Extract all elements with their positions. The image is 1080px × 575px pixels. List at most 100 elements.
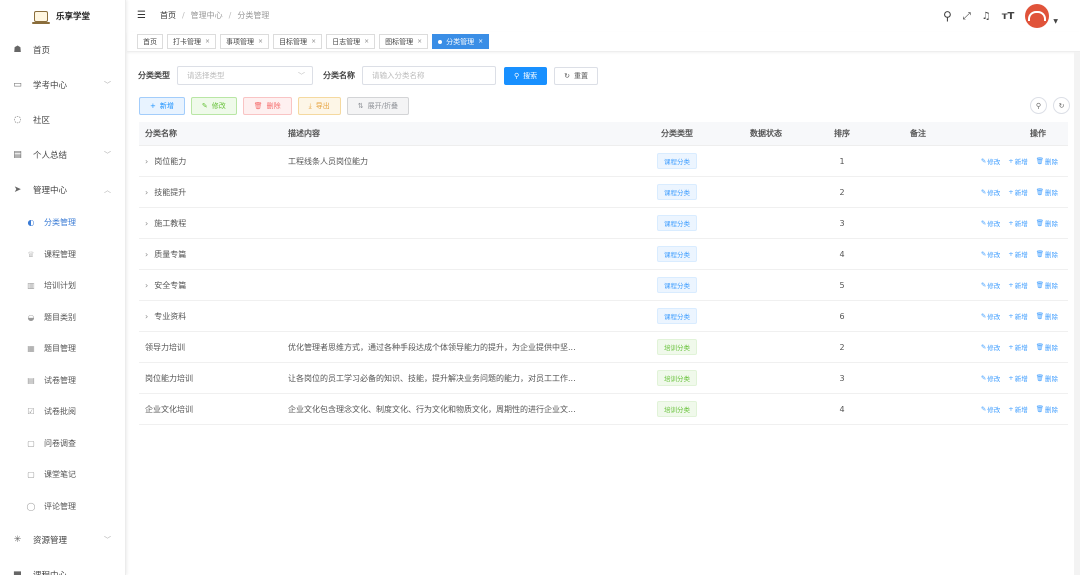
row-delete-link[interactable]: 🗑︎ 删除 — [1036, 249, 1058, 259]
sidebar-item-3[interactable]: ▤ 个人总结 ﹀ — [0, 137, 125, 172]
chevron-down-icon[interactable]: ▼ — [1053, 18, 1058, 25]
sidebar-subitem-1[interactable]: ♕ 课程管理 — [0, 239, 125, 271]
row-delete-link[interactable]: 🗑︎ 删除 — [1036, 342, 1058, 352]
sidebar-item-1[interactable]: ▭ 学考中心 ﹀ — [0, 67, 125, 102]
type-select[interactable]: 请选择类型 ﹀ — [177, 66, 313, 85]
close-icon[interactable]: × — [478, 38, 483, 45]
table-row[interactable]: 岗位能力培训 让各岗位的员工学习必备的知识、技能，提升解决业务问题的能力，对员工工… — [139, 363, 1068, 394]
fullscreen-icon[interactable]: ⤢ — [963, 11, 971, 22]
row-delete-link[interactable]: 🗑︎ 删除 — [1036, 311, 1058, 321]
row-delete-link[interactable]: 🗑︎ 删除 — [1036, 280, 1058, 290]
table-row[interactable]: 企业文化培训 企业文化包含理念文化、制度文化、行为文化和物质文化，周期性的进行企业… — [139, 394, 1068, 425]
chevron-right-icon[interactable]: › — [145, 250, 148, 259]
toggle-search-button[interactable]: ⚲ — [1030, 97, 1047, 114]
row-add-link[interactable]: + 新增 — [1008, 280, 1027, 290]
tab-4[interactable]: 日志管理 × — [326, 34, 376, 49]
table-row[interactable]: 领导力培训 优化管理者思维方式，通过各种手段达成个体领导能力的提升，为企业提供中坚… — [139, 332, 1068, 363]
row-add-link[interactable]: + 新增 — [1008, 311, 1027, 321]
breadcrumb-manage[interactable]: 管理中心 — [191, 10, 223, 21]
table-row[interactable]: › 施工教程 课程分类 3 ✎ 修改 + 新增 🗑︎ 删除 — [139, 208, 1068, 239]
row-edit-link[interactable]: ✎ 修改 — [981, 280, 1000, 290]
font-size-icon[interactable]: тT — [1002, 11, 1015, 22]
column-header[interactable]: 排序 — [816, 128, 868, 139]
sidebar-subitem-5[interactable]: ▤ 试卷管理 — [0, 365, 125, 397]
column-header[interactable]: 备注 — [868, 128, 968, 139]
export-button[interactable]: ⤓ 导出 — [297, 97, 341, 115]
row-delete-link[interactable]: 🗑︎ 删除 — [1036, 373, 1058, 383]
sidebar-bottom-item-0[interactable]: ✳ 资源管理 ﹀ — [0, 522, 125, 557]
row-edit-link[interactable]: ✎ 修改 — [981, 342, 1000, 352]
row-delete-link[interactable]: 🗑︎ 删除 — [1036, 187, 1058, 197]
row-add-link[interactable]: + 新增 — [1008, 249, 1027, 259]
name-input[interactable]: 请输入分类名称 — [362, 66, 496, 85]
row-delete-link[interactable]: 🗑︎ 删除 — [1036, 218, 1058, 228]
tab-5[interactable]: 图标管理 × — [379, 34, 429, 49]
close-icon[interactable]: × — [205, 38, 210, 45]
sidebar-subitem-6[interactable]: ☑ 试卷批阅 — [0, 396, 125, 428]
sidebar-subitem-3[interactable]: ◒ 题目类别 — [0, 302, 125, 334]
row-delete-link[interactable]: 🗑︎ 删除 — [1036, 156, 1058, 166]
add-button[interactable]: + 新增 — [139, 97, 185, 115]
bell-icon[interactable]: ♫ — [982, 11, 991, 22]
search-icon[interactable]: ⚲ — [943, 9, 952, 23]
chevron-right-icon[interactable]: › — [145, 312, 148, 321]
sidebar-subitem-7[interactable]: ▢ 问卷调查 — [0, 428, 125, 460]
sidebar-subitem-9[interactable]: ◯ 评论管理 — [0, 491, 125, 523]
table-row[interactable]: › 岗位能力 工程线条人员岗位能力 课程分类 1 ✎ 修改 + 新增 🗑︎ 删除 — [139, 146, 1068, 177]
column-header[interactable]: 分类类型 — [638, 128, 716, 139]
sidebar-subitem-4[interactable]: ▦ 题目管理 — [0, 333, 125, 365]
tab-1[interactable]: 打卡管理 × — [167, 34, 217, 49]
row-edit-link[interactable]: ✎ 修改 — [981, 156, 1000, 166]
sidebar-subitem-2[interactable]: ▥ 培训计划 — [0, 270, 125, 302]
row-add-link[interactable]: + 新增 — [1008, 404, 1027, 414]
table-row[interactable]: › 技能提升 课程分类 2 ✎ 修改 + 新增 🗑︎ 删除 — [139, 177, 1068, 208]
menu-toggle-icon[interactable]: ☰ — [137, 10, 146, 21]
row-add-link[interactable]: + 新增 — [1008, 218, 1027, 228]
row-add-link[interactable]: + 新增 — [1008, 156, 1027, 166]
sidebar-item-2[interactable]: ◌ 社区 — [0, 102, 125, 137]
row-edit-link[interactable]: ✎ 修改 — [981, 249, 1000, 259]
tab-2[interactable]: 事项管理 × — [220, 34, 270, 49]
breadcrumb-home[interactable]: 首页 — [160, 10, 176, 21]
sidebar-subitem-8[interactable]: ▢ 课堂笔记 — [0, 459, 125, 491]
delete-button[interactable]: 🗑︎ 删除 — [242, 97, 292, 115]
chevron-right-icon[interactable]: › — [145, 157, 148, 166]
row-add-link[interactable]: + 新增 — [1008, 342, 1027, 352]
edit-button[interactable]: ✎ 修改 — [190, 97, 237, 115]
row-edit-link[interactable]: ✎ 修改 — [981, 218, 1000, 228]
reset-button[interactable]: ↻ 重置 — [554, 66, 599, 85]
table-row[interactable]: › 安全专篇 课程分类 5 ✎ 修改 + 新增 🗑︎ 删除 — [139, 270, 1068, 301]
close-icon[interactable]: × — [417, 38, 422, 45]
app-logo[interactable]: 乐享学堂 — [0, 0, 125, 32]
table-row[interactable]: › 质量专篇 课程分类 4 ✎ 修改 + 新增 🗑︎ 删除 — [139, 239, 1068, 270]
sidebar-item-0[interactable]: ☗ 首页 — [0, 32, 125, 67]
refresh-button[interactable]: ↻ — [1053, 97, 1070, 114]
table-row[interactable]: › 专业资料 课程分类 6 ✎ 修改 + 新增 🗑︎ 删除 — [139, 301, 1068, 332]
close-icon[interactable]: × — [258, 38, 263, 45]
close-icon[interactable]: × — [364, 38, 369, 45]
close-icon[interactable]: × — [311, 38, 316, 45]
scrollbar[interactable] — [1074, 52, 1080, 575]
row-edit-link[interactable]: ✎ 修改 — [981, 311, 1000, 321]
sidebar-subitem-0[interactable]: ◐ 分类管理 — [0, 207, 125, 239]
row-delete-link[interactable]: 🗑︎ 删除 — [1036, 404, 1058, 414]
avatar[interactable] — [1025, 4, 1050, 28]
chevron-right-icon[interactable]: › — [145, 188, 148, 197]
row-add-link[interactable]: + 新增 — [1008, 373, 1027, 383]
search-button[interactable]: ⚲ 搜索 — [504, 66, 548, 85]
tab-3[interactable]: 目标管理 × — [273, 34, 323, 49]
tab-0[interactable]: 首页 — [137, 34, 163, 49]
toggle-expand-button[interactable]: ⇅ 展开/折叠 — [346, 97, 409, 115]
row-edit-link[interactable]: ✎ 修改 — [981, 404, 1000, 414]
row-add-link[interactable]: + 新增 — [1008, 187, 1027, 197]
sidebar-item-4[interactable]: ➤ 管理中心 ︿ — [0, 172, 125, 207]
sidebar-bottom-item-1[interactable]: ▆ 课程中心 — [0, 557, 125, 575]
column-header[interactable]: 描述内容 — [283, 128, 638, 139]
tab-6[interactable]: 分类管理 × — [432, 34, 490, 49]
chevron-right-icon[interactable]: › — [145, 219, 148, 228]
column-header[interactable]: 数据状态 — [716, 128, 816, 139]
column-header[interactable]: 分类名称 — [139, 128, 283, 139]
chevron-right-icon[interactable]: › — [145, 281, 148, 290]
row-edit-link[interactable]: ✎ 修改 — [981, 373, 1000, 383]
row-edit-link[interactable]: ✎ 修改 — [981, 187, 1000, 197]
